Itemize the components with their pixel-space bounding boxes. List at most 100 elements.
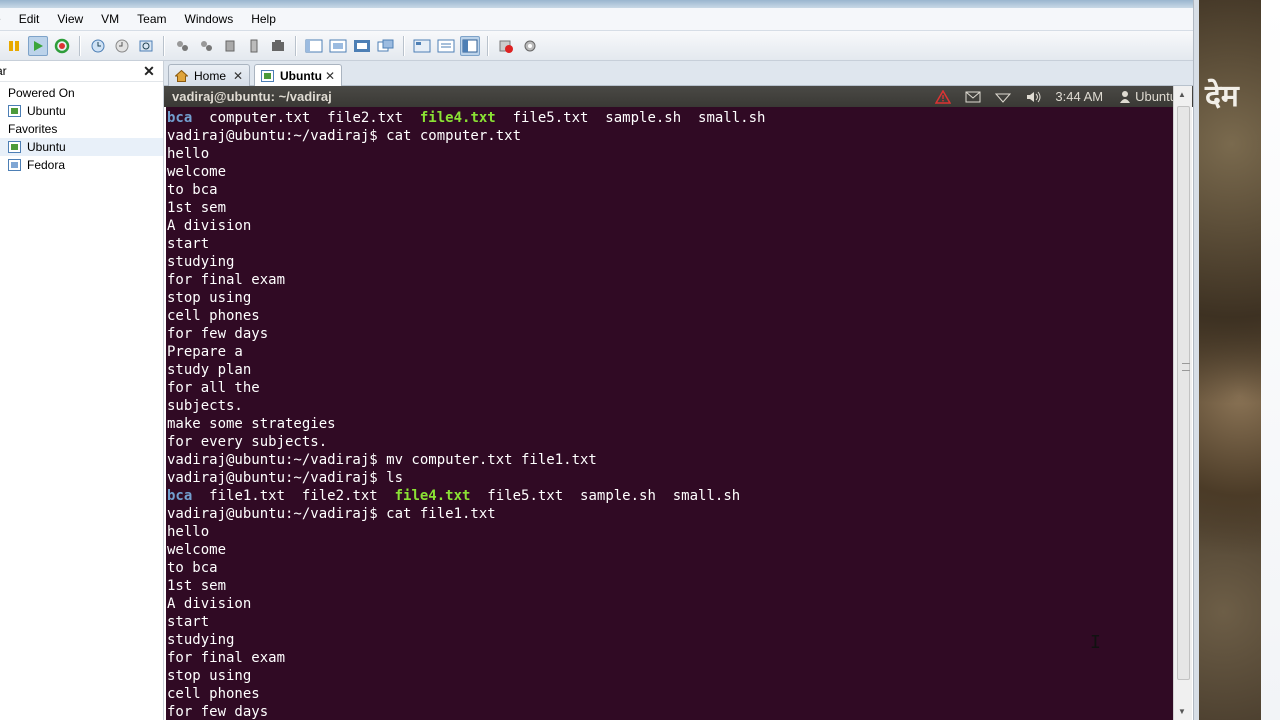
stop-icon[interactable] (496, 36, 516, 56)
capture-icon[interactable] (268, 36, 288, 56)
scroll-up-icon[interactable]: ▲ (1178, 90, 1186, 99)
terminal-text-segment: to bca (167, 560, 218, 576)
user-menu[interactable]: Ubuntu (1135, 89, 1177, 104)
snapshot-take-icon[interactable] (88, 36, 108, 56)
snapshot-revert-icon[interactable] (112, 36, 132, 56)
menu-help[interactable]: Help (242, 12, 285, 26)
terminal-text-segment: start (167, 236, 210, 252)
terminal-text-segment: 1st sem (167, 578, 227, 594)
library-item-label: Fedora (27, 158, 66, 172)
library-item-fedora[interactable]: Fedora (0, 156, 163, 174)
warning-icon[interactable] (935, 89, 952, 104)
terminal-line: studying (167, 631, 1173, 649)
usb-icon[interactable] (244, 36, 264, 56)
terminal-output[interactable]: bca computer.txt file2.txt file4.txt fil… (166, 107, 1173, 720)
terminal-line: A division (167, 217, 1173, 235)
terminal-text-segment: for few days (167, 704, 269, 720)
settings-icon[interactable] (520, 36, 540, 56)
terminal-text-segment: to bca (167, 182, 218, 198)
view-normal-icon[interactable] (304, 36, 324, 56)
library-sidebar: ar ✕ Powered On Ubuntu Favorites Ubuntu … (0, 61, 164, 720)
library-item-ubuntu[interactable]: Ubuntu (0, 102, 163, 120)
library-item-ubuntu-favorite[interactable]: Ubuntu (0, 138, 163, 156)
tab-bar: Home ✕ Ubuntu ✕ (164, 61, 1193, 86)
library-icon[interactable] (460, 35, 480, 56)
menu-team[interactable]: Team (128, 12, 175, 26)
close-icon[interactable]: ✕ (142, 63, 156, 80)
network-3-icon[interactable] (220, 36, 240, 56)
scrollbar-thumb[interactable] (1177, 106, 1190, 680)
toolbar (0, 31, 1193, 61)
view-full-icon[interactable] (352, 36, 372, 56)
terminal-line: for few days (167, 703, 1173, 720)
menu-windows[interactable]: Windows (176, 12, 243, 26)
clock[interactable]: 3:44 AM (1055, 89, 1103, 104)
terminal-line: vadiraj@ubuntu:~/vadiraj$ ls (167, 469, 1173, 487)
quick-switch-icon[interactable] (436, 36, 456, 56)
menu-edit[interactable]: Edit (10, 12, 49, 26)
library-group-powered-on[interactable]: Powered On (0, 84, 163, 102)
toolbar-separator (163, 35, 165, 56)
menu-view[interactable]: View (48, 12, 92, 26)
menu-file[interactable]: e (0, 12, 10, 26)
text-cursor-icon: I (1090, 632, 1101, 653)
terminal-line: make some strategies (167, 415, 1173, 433)
view-fit-icon[interactable] (328, 36, 348, 56)
close-icon[interactable]: ✕ (325, 69, 335, 83)
wallpaper-text: देम (1205, 79, 1239, 114)
terminal-line: hello (167, 145, 1173, 163)
terminal-text-segment: file5.txt sample.sh small.sh (495, 110, 766, 126)
snapshot-manager-icon[interactable] (136, 36, 156, 56)
terminal-text-segment: A division (167, 596, 252, 612)
terminal-line: hello (167, 523, 1173, 541)
network-wifi-icon[interactable] (995, 90, 1012, 104)
library-group-favorites[interactable]: Favorites (0, 120, 163, 138)
tab-home[interactable]: Home ✕ (168, 64, 250, 86)
terminal-text-segment: vadiraj@ubuntu:~/vadiraj$ ls (167, 470, 404, 486)
terminal-text-segment: start (167, 614, 210, 630)
terminal-scrollbar[interactable]: ▲ ▼ (1173, 86, 1192, 720)
terminal-line: 1st sem (167, 199, 1173, 217)
terminal-line: studying (167, 253, 1173, 271)
terminal-line: vadiraj@ubuntu:~/vadiraj$ cat computer.t… (167, 127, 1173, 145)
terminal-text-segment: welcome (167, 164, 227, 180)
user-icon (1117, 90, 1133, 104)
library-group-label: Powered On (8, 86, 75, 100)
library-item-label: Ubuntu (27, 104, 66, 118)
terminal-line: bca file1.txt file2.txt file4.txt file5.… (167, 487, 1173, 505)
view-unity-icon[interactable] (376, 36, 396, 56)
executable-name: file4.txt (394, 488, 471, 504)
terminal-line: Prepare a (167, 343, 1173, 361)
terminal-line: stop using (167, 667, 1173, 685)
terminal-text-segment: stop using (167, 668, 252, 684)
terminal-line: for every subjects. (167, 433, 1173, 451)
terminal-text-segment: studying (167, 632, 235, 648)
pause-icon[interactable] (4, 36, 24, 56)
library-header: ar ✕ (0, 61, 163, 82)
console-icon[interactable] (412, 36, 432, 56)
terminal-line: start (167, 235, 1173, 253)
tab-label: Home (194, 68, 227, 83)
terminal-line: welcome (167, 163, 1173, 181)
network-icon[interactable] (172, 36, 192, 56)
tab-ubuntu[interactable]: Ubuntu ✕ (254, 64, 342, 86)
scroll-down-icon[interactable]: ▼ (1178, 707, 1186, 716)
vm-console[interactable]: vadiraj@ubuntu: ~/vadiraj 3:44 AM Ubuntu (164, 86, 1193, 720)
host-window-strip (1261, 0, 1280, 720)
terminal-text-segment: stop using (167, 290, 252, 306)
terminal-text-segment: for few days (167, 326, 269, 342)
terminal-line: cell phones (167, 685, 1173, 703)
terminal-text-segment: cell phones (167, 686, 260, 702)
mail-icon[interactable] (965, 90, 981, 104)
network-2-icon[interactable] (196, 36, 216, 56)
terminal-line: to bca (167, 181, 1173, 199)
play-icon[interactable] (28, 35, 48, 56)
terminal-text-segment: study plan (167, 362, 252, 378)
terminal-text-segment: vadiraj@ubuntu:~/vadiraj$ cat computer.t… (167, 128, 522, 144)
volume-icon[interactable] (1025, 90, 1041, 104)
terminal-line: stop using (167, 289, 1173, 307)
menu-vm[interactable]: VM (92, 12, 128, 26)
terminal-text: bca computer.txt file2.txt file4.txt fil… (166, 107, 1173, 720)
reset-icon[interactable] (52, 36, 72, 56)
close-icon[interactable]: ✕ (233, 69, 243, 83)
